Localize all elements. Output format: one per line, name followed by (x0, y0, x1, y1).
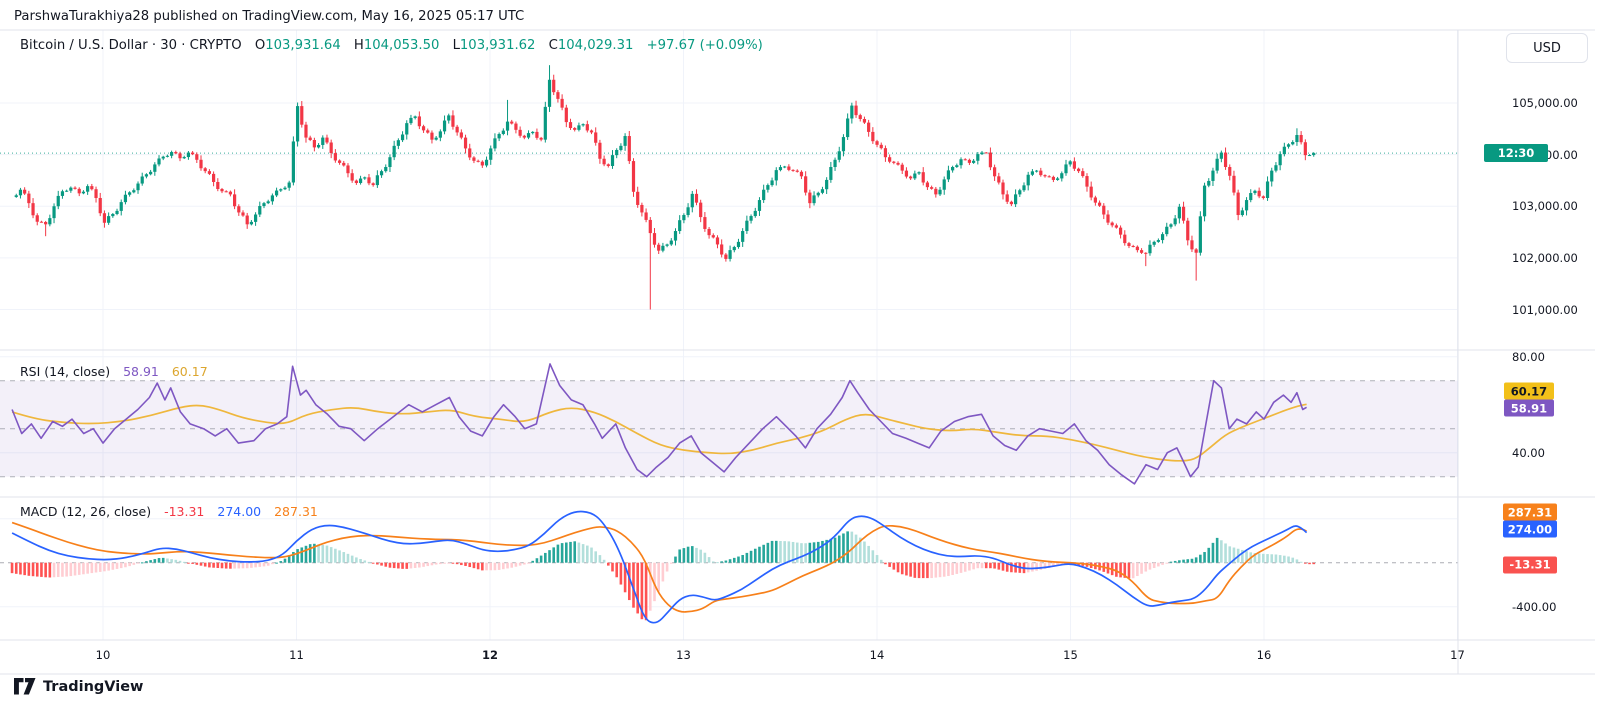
macd-badge: 274.00 (1503, 520, 1557, 538)
time-axis-label: 12 (481, 648, 499, 662)
currency-button[interactable]: USD (1506, 33, 1588, 63)
open-label: O (254, 38, 266, 53)
price-axis-label: 102,000.00 (1512, 250, 1578, 265)
time-axis-label: 15 (1063, 648, 1078, 662)
macd-axis-label: -400.00 (1512, 599, 1557, 614)
price-axis-label: 101,000.00 (1512, 302, 1578, 317)
price-axis-label: 103,000.00 (1512, 199, 1578, 214)
tradingview-published-chart: ParshwaTurakhiya28 published on TradingV… (0, 0, 1600, 718)
low-value: 103,931.62 (459, 38, 536, 53)
time-axis-label: 16 (1256, 648, 1272, 662)
rsi-badge: 58.91 (1504, 399, 1554, 417)
change-value: +97.67 (+0.09%) (646, 38, 763, 53)
time-axis-label: 17 (1450, 648, 1465, 662)
time-axis-label: 10 (95, 648, 111, 662)
rsi-axis-label: 80.00 (1512, 349, 1545, 364)
tradingview-brand: TradingView (43, 678, 144, 695)
macd-line-value: 274.00 (217, 504, 262, 519)
macd-hist-value: -13.31 (164, 504, 205, 519)
countdown-badge: 12:30 (1484, 143, 1548, 162)
high-label: H (353, 38, 364, 53)
time-axis-label: 13 (676, 648, 691, 662)
symbol-legend: Bitcoin / U.S. Dollar · 30 · CRYPTO O103… (20, 38, 763, 53)
rsi-ma-badge: 60.17 (1504, 382, 1554, 400)
price-axis-label: 105,000.00 (1512, 96, 1578, 110)
open-value: 103,931.64 (265, 38, 341, 53)
signal-badge: 287.31 (1503, 503, 1557, 521)
time-axis-label: 14 (869, 648, 885, 662)
low-label: L (452, 38, 460, 53)
close-label: C (548, 38, 558, 53)
high-value: 104,053.50 (363, 38, 440, 53)
rsi-ma-value: 60.17 (171, 364, 208, 379)
time-axis-label: 11 (289, 648, 304, 662)
tradingview-logo[interactable]: TradingView (14, 678, 143, 695)
hist-badge: -13.31 (1503, 556, 1557, 573)
macd-signal-value: 287.31 (274, 504, 318, 519)
symbol-title: Bitcoin / U.S. Dollar · 30 · CRYPTO (20, 38, 242, 53)
rsi-axis-label: 40.00 (1512, 445, 1545, 460)
close-value: 104,029.31 (557, 38, 634, 53)
tradingview-mark-icon (14, 678, 36, 695)
rsi-title: RSI (14, close) (20, 364, 111, 379)
macd-title: MACD (12, 26, close) (20, 504, 152, 519)
chart-svg (0, 29, 1595, 675)
rsi-legend: RSI (14, close) 58.91 60.17 (20, 364, 208, 379)
macd-legend: MACD (12, 26, close) -13.31 274.00 287.3… (20, 504, 318, 519)
rsi-value: 58.91 (123, 364, 159, 379)
currency-label: USD (1533, 40, 1561, 56)
